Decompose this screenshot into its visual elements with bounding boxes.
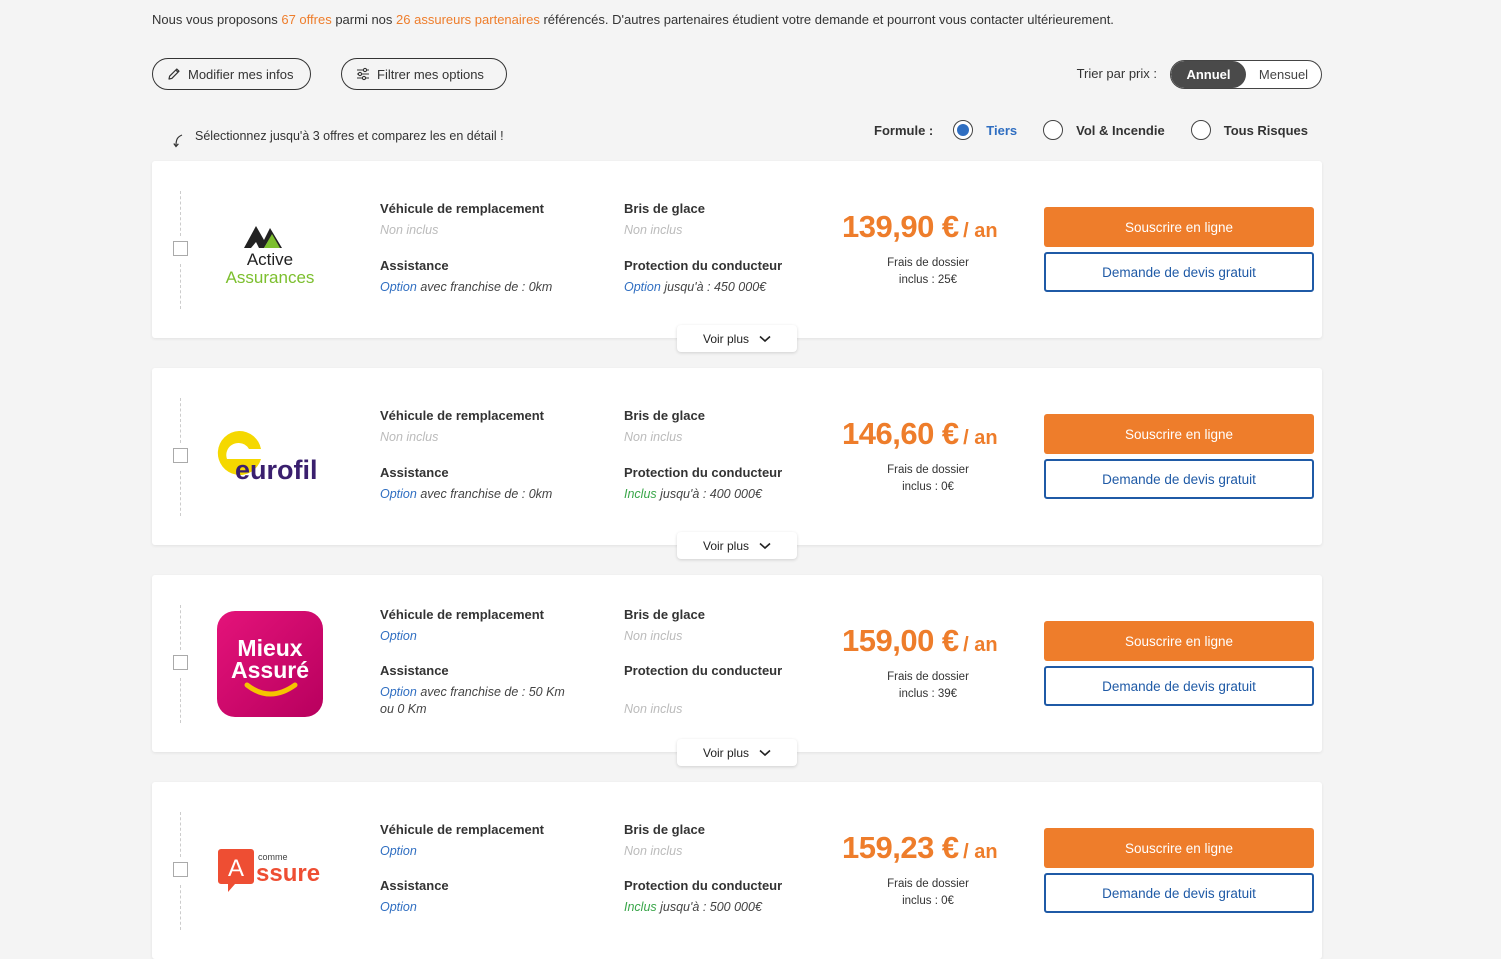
see-more-button[interactable]: Voir plus [677,325,797,352]
feature-driver-protection: Protection du conducteur Option jusqu'à … [624,258,783,294]
compare-checkbox[interactable] [173,862,188,877]
formula-option-vol-incendie[interactable]: Vol & Incendie [1043,120,1165,140]
svg-text:ssure: ssure [256,860,320,887]
offer-fees: Frais de dossier inclus : 25€ [887,257,969,286]
results-summary: Nous vous proposons 67 offres parmi nos … [152,12,1114,27]
feature-assistance: Assistance Option avec franchise de : 0k… [380,465,553,501]
chevron-down-icon [759,542,771,549]
free-quote-button[interactable]: Demande de devis gratuit [1044,666,1314,706]
formula-option-tiers[interactable]: Tiers [953,120,1017,140]
offer-price: 159,23 € / an [842,830,998,865]
offer-price: 159,00 € / an [842,623,998,658]
insurer-logo: eurofil [212,404,327,509]
chevron-down-icon [759,335,771,342]
sort-label: Trier par prix : [1076,66,1157,81]
formula-label: Formule : [874,122,934,138]
free-quote-button[interactable]: Demande de devis gratuit [1044,873,1314,913]
formula-option-tous-risques[interactable]: Tous Risques [1190,120,1308,140]
radio-button[interactable] [953,120,974,140]
offers-count: 67 offres [281,12,332,27]
compare-checkbox[interactable] [173,655,188,670]
feature-vehicle: Véhicule de remplacement Option [380,607,545,643]
feature-driver-protection: Protection du conducteur Inclus jusqu'à … [624,878,783,914]
sort-toggle: Annuel Mensuel [1170,60,1322,89]
mieux-assure-logo: Mieux Assuré [216,610,323,717]
offer-card: A comme ssure Véhicule de remplacement O… [152,782,1322,959]
subscribe-online-button[interactable]: Souscrire en ligne [1044,414,1314,454]
feature-glass: Bris de glace Non inclus [624,201,705,237]
sort-monthly-option[interactable]: Mensuel [1246,61,1321,88]
compare-hint: Sélectionnez jusqu'à 3 offres et compare… [173,124,504,148]
radio-button[interactable] [1190,120,1211,140]
curved-arrow-icon [173,134,183,148]
see-more-button[interactable]: Voir plus [677,532,797,559]
svg-text:Assuré: Assuré [231,657,309,683]
svg-text:Assurances: Assurances [225,268,314,287]
feature-vehicle: Véhicule de remplacement Non inclus [380,201,545,237]
offer-card: Mieux Assuré Véhicule de remplacement Op… [152,575,1322,766]
feature-assistance: Assistance Option avec franchise de : 50… [380,663,565,716]
svg-text:A: A [227,855,243,882]
radio-button[interactable] [1043,120,1064,140]
offer-price: 139,90 € / an [842,209,998,244]
feature-glass: Bris de glace Non inclus [624,822,705,858]
offer-price: 146,60 € / an [842,416,998,451]
offer-fees: Frais de dossier inclus : 39€ [887,671,969,700]
feature-driver-protection: Protection du conducteur Inclus jusqu'à … [624,465,783,501]
sort-annual-option[interactable]: Annuel [1171,61,1246,88]
subscribe-online-button[interactable]: Souscrire en ligne [1044,621,1314,661]
feature-assistance: Assistance Option [380,878,449,914]
partners-count: 26 assureurs partenaires [396,12,540,27]
offer-fees: Frais de dossier inclus : 0€ [887,878,969,907]
feature-driver-protection: Protection du conducteur Non inclus [624,663,783,716]
feature-glass: Bris de glace Non inclus [624,607,705,643]
see-more-button[interactable]: Voir plus [677,739,797,766]
compare-checkbox[interactable] [173,241,188,256]
insurer-logo: Active Assurances [212,197,327,302]
insurer-logo: Mieux Assuré [212,610,327,717]
feature-assistance: Assistance Option avec franchise de : 0k… [380,258,553,294]
filter-options-button[interactable]: Filtrer mes options [341,58,507,90]
pencil-icon [168,68,180,80]
offer-fees: Frais de dossier inclus : 0€ [887,464,969,493]
active-assurances-logo: Active Assurances [225,226,314,287]
svg-text:eurofil: eurofil [235,455,318,485]
offer-card: eurofil Véhicule de remplacement Non inc… [152,368,1322,559]
free-quote-button[interactable]: Demande de devis gratuit [1044,459,1314,499]
feature-vehicle: Véhicule de remplacement Non inclus [380,408,545,444]
subscribe-online-button[interactable]: Souscrire en ligne [1044,828,1314,868]
chevron-down-icon [759,749,771,756]
formula-selector: Formule : Tiers Vol & Incendie Tous Risq… [874,120,1308,140]
edit-info-button[interactable]: Modifier mes infos [152,58,311,90]
insurer-logo: A comme ssure [212,818,327,923]
offer-card: Active Assurances Véhicule de remplaceme… [152,161,1322,352]
svg-text:Active: Active [246,250,292,269]
free-quote-button[interactable]: Demande de devis gratuit [1044,252,1314,292]
eurofil-logo: eurofil [217,430,318,485]
filter-sliders-icon [357,67,369,81]
subscribe-online-button[interactable]: Souscrire en ligne [1044,207,1314,247]
feature-glass: Bris de glace Non inclus [624,408,705,444]
compare-checkbox[interactable] [173,448,188,463]
a-comme-assure-logo: A comme ssure [217,848,320,892]
feature-vehicle: Véhicule de remplacement Option [380,822,545,858]
